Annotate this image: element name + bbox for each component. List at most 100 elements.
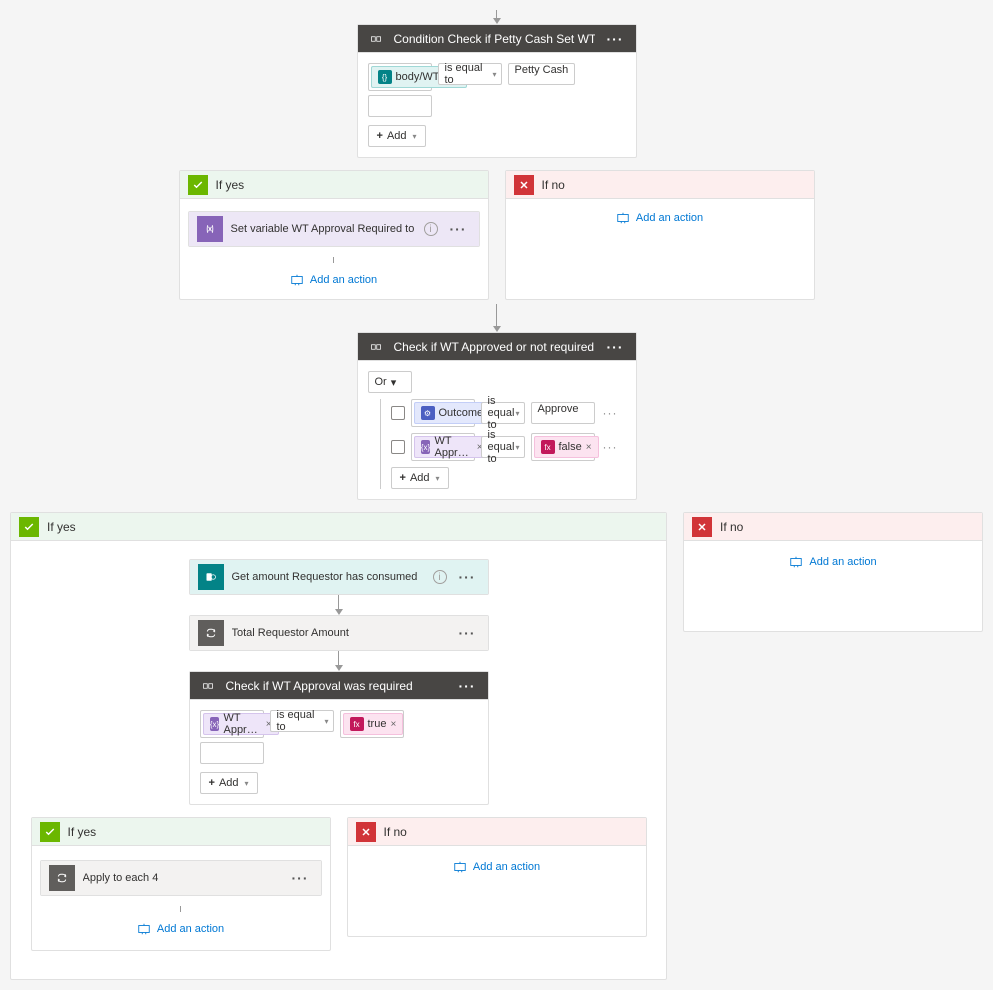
left-operand-extra[interactable]: [200, 742, 264, 764]
loop-icon: [49, 865, 75, 891]
row-checkbox[interactable]: [391, 406, 405, 420]
action-title: Total Requestor Amount: [232, 627, 447, 639]
token-icon: fx: [541, 440, 555, 454]
sharepoint-icon: [198, 564, 224, 590]
left-operand-extra[interactable]: [368, 95, 432, 117]
branch-label: If yes: [68, 825, 322, 839]
check-icon: [19, 517, 39, 537]
remove-token-icon[interactable]: ×: [586, 442, 592, 453]
chevron-down-icon: ▾: [515, 409, 519, 418]
operator-select[interactable]: is equal to▾: [481, 436, 525, 458]
loop-icon: [198, 620, 224, 646]
group-operator-select[interactable]: Or▾: [368, 371, 412, 393]
chevron-down-icon: ▾: [492, 70, 496, 79]
chevron-down-icon: ▾: [413, 132, 417, 141]
add-action-link[interactable]: Add an action: [290, 273, 377, 287]
row-menu-button[interactable]: ···: [601, 440, 620, 454]
chevron-down-icon: ▾: [245, 779, 249, 788]
condition-wt-required[interactable]: Check if WT Approval was required ··· {x…: [189, 671, 489, 805]
left-operand[interactable]: {} body/WT… ×: [368, 63, 432, 91]
info-icon[interactable]: i: [424, 222, 438, 236]
branch-label: If yes: [216, 178, 480, 192]
branch-yes-1: If yes Set variable WT Approval Required…: [179, 170, 489, 300]
check-icon: [188, 175, 208, 195]
info-icon[interactable]: i: [433, 570, 447, 584]
branch-label: If no: [384, 825, 638, 839]
row-checkbox[interactable]: [391, 440, 405, 454]
more-menu-button[interactable]: ···: [446, 221, 471, 237]
arrow-after-setvar: [333, 257, 334, 263]
more-menu-button[interactable]: ···: [288, 870, 313, 886]
close-icon: [356, 822, 376, 842]
right-operand[interactable]: fx true ×: [340, 710, 404, 738]
card-title: Check if WT Approval was required: [226, 679, 447, 693]
operator-select[interactable]: is equal to▾: [438, 63, 502, 85]
plus-icon: +: [400, 472, 406, 484]
plus-icon: +: [209, 777, 215, 789]
arrow-down-inner-2: [335, 651, 343, 671]
operator-select[interactable]: is equal to▾: [481, 402, 525, 424]
left-operand[interactable]: ⚙ Outcome ×: [411, 399, 475, 427]
branch-label: If no: [542, 178, 806, 192]
chevron-down-icon: ▾: [391, 376, 397, 389]
add-condition-button[interactable]: + Add ▾: [391, 467, 449, 489]
close-icon: [514, 175, 534, 195]
variable-icon: [197, 216, 223, 242]
condition-wt-approved[interactable]: Check if WT Approved or not required ···…: [357, 332, 637, 500]
branch-no-2: If no Add an action: [683, 512, 983, 632]
action-title: Set variable WT Approval Required to Fal…: [231, 223, 416, 235]
arrow-down-2: [493, 304, 501, 332]
add-action-link[interactable]: Add an action: [137, 922, 224, 936]
check-icon: [40, 822, 60, 842]
dynamic-token[interactable]: fx false ×: [534, 436, 599, 458]
branch-label: If yes: [47, 520, 658, 534]
remove-token-icon[interactable]: ×: [390, 719, 396, 730]
token-icon: {x}: [210, 717, 220, 731]
arrow-down-initial: [493, 10, 501, 24]
row-menu-button[interactable]: ···: [601, 406, 620, 420]
token-icon: {}: [378, 70, 392, 84]
add-action-link[interactable]: Add an action: [616, 211, 703, 225]
branch-no-1: If no Add an action: [505, 170, 815, 300]
chevron-down-icon: ▾: [436, 474, 440, 483]
add-action-link[interactable]: Add an action: [453, 860, 540, 874]
right-operand-input[interactable]: Approve: [531, 402, 595, 424]
more-menu-button[interactable]: ···: [603, 31, 628, 47]
condition-icon: [366, 337, 386, 357]
condition-icon: [198, 676, 218, 696]
action-set-variable[interactable]: Set variable WT Approval Required to Fal…: [188, 211, 480, 247]
right-operand[interactable]: fx false ×: [531, 433, 595, 461]
chevron-down-icon: ▾: [324, 717, 328, 726]
left-operand[interactable]: {x} WT Appr… ×: [200, 710, 264, 738]
more-menu-button[interactable]: ···: [603, 339, 628, 355]
branch-label: If no: [720, 520, 974, 534]
token-icon: {x}: [421, 440, 431, 454]
token-icon: ⚙: [421, 406, 435, 420]
left-operand[interactable]: {x} WT Appr… ×: [411, 433, 475, 461]
action-apply-to-each-4[interactable]: Apply to each 4 ···: [40, 860, 322, 896]
close-icon: [692, 517, 712, 537]
action-total-requestor[interactable]: Total Requestor Amount ···: [189, 615, 489, 651]
action-title: Get amount Requestor has consumed: [232, 571, 425, 583]
condition-petty-cash[interactable]: Condition Check if Petty Cash Set WT App…: [357, 24, 637, 158]
add-action-link[interactable]: Add an action: [789, 555, 876, 569]
condition-icon: [366, 29, 386, 49]
more-menu-button[interactable]: ···: [455, 569, 480, 585]
branch-yes-2: If yes Get amount Requestor has consumed…: [10, 512, 667, 980]
branch-yes-3: If yes Apply to each 4 ···: [31, 817, 331, 951]
card-title: Check if WT Approved or not required: [394, 340, 595, 354]
dynamic-token[interactable]: {x} WT Appr… ×: [414, 436, 490, 458]
chevron-down-icon: ▾: [515, 443, 519, 452]
action-get-amount[interactable]: Get amount Requestor has consumed i ···: [189, 559, 489, 595]
right-operand-input[interactable]: Petty Cash: [508, 63, 576, 85]
action-title: Apply to each 4: [83, 872, 280, 884]
token-icon: fx: [350, 717, 364, 731]
add-condition-button[interactable]: + Add ▾: [200, 772, 258, 794]
arrow-after-applyeach: [180, 906, 181, 912]
more-menu-button[interactable]: ···: [455, 678, 480, 694]
operator-select[interactable]: is equal to▾: [270, 710, 334, 732]
plus-icon: +: [377, 130, 383, 142]
branch-no-3: If no Add an action: [347, 817, 647, 937]
add-condition-button[interactable]: + Add ▾: [368, 125, 426, 147]
more-menu-button[interactable]: ···: [455, 625, 480, 641]
